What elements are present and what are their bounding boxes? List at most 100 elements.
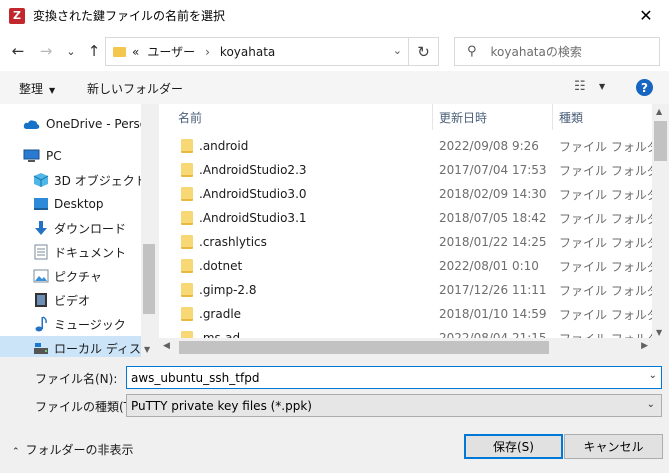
nav-item-3d-objects[interactable]: 3D オブジェクト [0,168,141,192]
scrollbar-thumb[interactable] [654,121,667,161]
scrollbar-thumb[interactable] [179,341,549,354]
folder-icon [181,139,193,153]
address-separator-chevron-icon[interactable]: › [205,45,210,59]
caret-down-icon: ▼ [49,86,56,95]
recent-locations-chevron-icon[interactable]: ⌄ [61,41,81,61]
table-row[interactable]: .AndroidStudio2.3 2017/07/04 17:53 ファイル フォ… [159,158,669,182]
address-dropdown-chevron-icon[interactable]: ⌄ [393,44,402,57]
table-row[interactable]: .android 2022/09/08 9:26 ファイル フォルダー [159,134,669,158]
up-arrow-icon[interactable]: ↑ [84,41,104,61]
table-row[interactable]: .dotnet 2022/08/01 0:10 ファイル フォルダー [159,254,669,278]
filetype-select[interactable]: PuTTY private key files (*.ppk) ⌄ [126,394,662,417]
nav-item-label: Desktop [54,197,104,211]
filename-label: ファイル名(N): [35,372,118,386]
file-date: 2018/02/09 14:30 [439,187,547,201]
close-button[interactable]: ✕ [623,0,669,31]
nav-item-label: ミュージック [54,317,126,332]
document-icon [32,244,49,260]
nav-item-desktop[interactable]: Desktop [0,192,141,216]
address-bar[interactable]: « ユーザー › koyahata ⌄ ↻ [105,37,439,66]
window-title: 変換された鍵ファイルの名前を選択 [33,9,226,23]
save-button[interactable]: 保存(S) [464,434,563,459]
view-options-icon[interactable]: ☷ [574,79,586,94]
forward-arrow-icon[interactable]: → [36,41,56,61]
file-name: .AndroidStudio2.3 [199,163,307,177]
folder-icon [181,307,193,321]
file-name: .dotnet [199,259,243,273]
chevron-up-icon: ⌃ [12,447,20,457]
column-header-type[interactable]: 種類 [553,104,652,130]
address-overflow-icon[interactable]: « [132,45,139,59]
search-input[interactable]: ⚲ koyahataの検索 [454,37,660,66]
nav-item-onedrive[interactable]: OneDrive - Person [0,112,141,136]
nav-item-label: PC [46,149,62,163]
address-segment-users[interactable]: ユーザー [147,43,195,60]
file-name: .gimp-2.8 [199,283,257,297]
pictures-icon [32,269,49,284]
file-date: 2022/09/08 9:26 [439,139,539,153]
table-row[interactable]: .AndroidStudio3.1 2018/07/05 18:42 ファイル フォ… [159,206,669,230]
nav-pane-scrollbar[interactable]: ▼ [141,104,157,357]
folder-icon [181,187,193,201]
navigation-pane: OneDrive - Person PC 3D オブジェクト Desktop ダ… [0,104,157,357]
folder-icon [181,259,193,273]
file-list-horizontal-scrollbar[interactable]: ◀ ▶ [159,338,652,357]
filename-dropdown-chevron-icon[interactable]: ⌄ [649,370,657,381]
navigation-bar: ← → ⌄ ↑ « ユーザー › koyahata ⌄ ↻ ⚲ koyahata… [0,31,669,71]
nav-item-music[interactable]: ミュージック [0,312,141,336]
file-name: .crashlytics [199,235,267,249]
search-icon: ⚲ [467,44,477,59]
file-name: .AndroidStudio3.1 [199,211,307,225]
scroll-up-arrow-icon[interactable]: ▲ [656,107,662,116]
column-header-name[interactable]: 名前 [159,104,433,130]
file-name: .gradle [199,307,242,321]
nav-item-local-disk-c[interactable]: ローカル ディスク (C [0,336,141,357]
folder-icon [113,46,126,57]
scroll-down-arrow-icon[interactable]: ▼ [144,345,150,354]
table-row[interactable]: .crashlytics 2018/01/22 14:25 ファイル フォルダー [159,230,669,254]
filename-field[interactable]: aws_ubuntu_ssh_tfpd ⌄ [126,366,662,389]
table-row[interactable]: .AndroidStudio3.0 2018/02/09 14:30 ファイル フォ… [159,182,669,206]
back-arrow-icon[interactable]: ← [8,41,28,61]
desktop-icon [32,197,49,212]
hide-folders-label: フォルダーの非表示 [25,443,134,457]
filename-value: aws_ubuntu_ssh_tfpd [131,370,260,385]
nav-item-label: 3D オブジェクト [54,173,141,188]
file-list-vertical-scrollbar[interactable]: ▲ ▼ [652,104,669,357]
organize-label: 整理 [19,82,44,96]
cancel-button[interactable]: キャンセル [564,434,663,459]
column-header-date[interactable]: 更新日時 [433,104,553,130]
nav-item-documents[interactable]: ドキュメント [0,240,141,264]
new-folder-button[interactable]: 新しいフォルダー [87,80,183,97]
table-row[interactable]: .gradle 2018/01/10 14:59 ファイル フォルダー [159,302,669,326]
scroll-left-arrow-icon[interactable]: ◀ [163,341,170,351]
title-bar: Z 変換された鍵ファイルの名前を選択 ✕ [0,0,669,31]
computer-icon [23,149,40,164]
nav-item-label: ダウンロード [54,221,127,236]
help-icon[interactable]: ? [636,79,653,96]
scroll-down-arrow-icon[interactable]: ▼ [656,328,662,337]
nav-item-label: ビデオ [54,293,91,308]
file-date: 2018/01/22 14:25 [439,235,547,249]
hide-folders-toggle[interactable]: ⌃ フォルダーの非表示 [12,441,134,458]
table-row[interactable]: .gimp-2.8 2017/12/26 11:11 ファイル フォルダー [159,278,669,302]
nav-item-label: OneDrive - Person [46,117,141,131]
nav-item-pictures[interactable]: ピクチャ [0,264,141,288]
scroll-right-arrow-icon[interactable]: ▶ [641,341,648,351]
refresh-icon[interactable]: ↻ [408,38,438,65]
file-date: 2022/08/01 0:10 [439,259,539,273]
organize-menu-button[interactable]: 整理 ▼ [19,80,55,97]
file-date: 2017/12/26 11:11 [439,283,547,297]
file-name: .android [199,139,249,153]
view-options-caret-icon[interactable]: ▼ [599,82,605,91]
download-icon [32,221,49,236]
filetype-dropdown-chevron-icon[interactable]: ⌄ [647,399,655,410]
scrollbar-thumb[interactable] [143,244,155,314]
folder-icon [181,163,193,177]
nav-item-pc[interactable]: PC [0,144,141,168]
filezilla-app-icon: Z [9,7,25,24]
nav-item-videos[interactable]: ビデオ [0,288,141,312]
address-segment-koyahata[interactable]: koyahata [220,45,275,59]
cloud-icon [23,117,40,132]
nav-item-downloads[interactable]: ダウンロード [0,216,141,240]
